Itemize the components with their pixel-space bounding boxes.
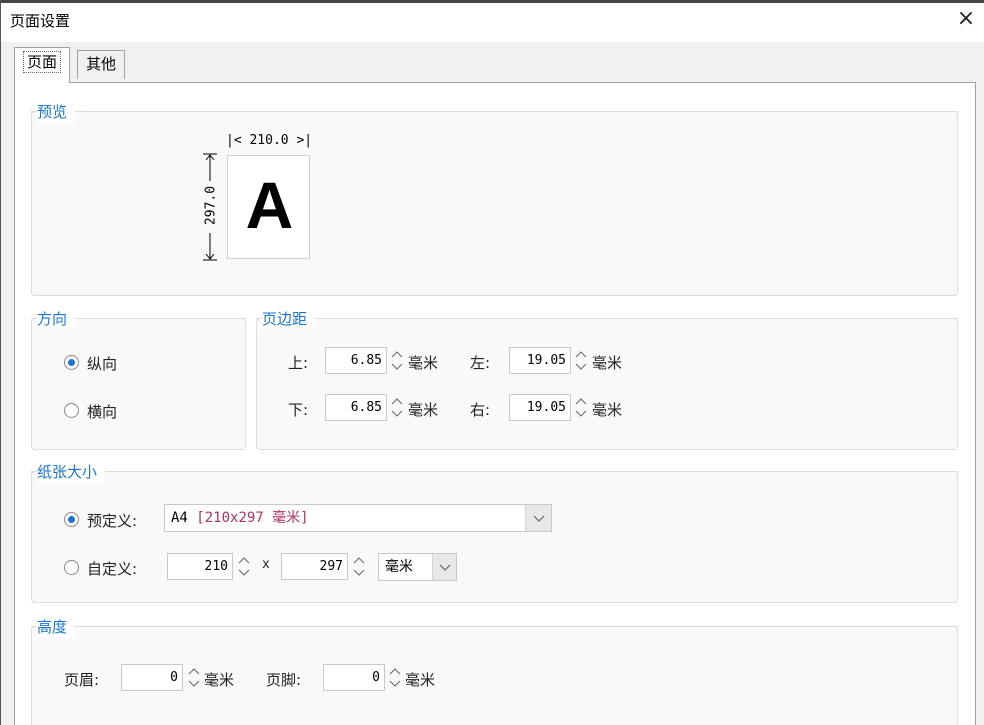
preview-sheet: A <box>227 155 310 259</box>
paper-size-text: [210x297 毫米] <box>196 510 309 526</box>
custom-radio[interactable] <box>64 560 79 575</box>
preview-width-label: |< 210.0 >| <box>226 133 313 148</box>
preview-height-label: 297.0 <box>203 185 219 226</box>
header-spinner[interactable] <box>186 664 202 691</box>
margin-left-unit: 毫米 <box>592 354 623 372</box>
margin-bottom-spinner[interactable] <box>389 394 405 421</box>
margin-top-unit: 毫米 <box>408 354 439 372</box>
margin-bottom-label: 下: <box>288 401 309 419</box>
footer-input[interactable]: 0 <box>323 664 385 691</box>
custom-height-input[interactable]: 297 <box>281 553 348 580</box>
preview-legend: 预览 <box>37 101 76 122</box>
tab-page[interactable]: 页面 <box>14 47 71 83</box>
custom-height-spinner[interactable] <box>351 553 367 580</box>
paper-code: A4 <box>171 510 188 526</box>
custom-times-sign: x <box>262 557 270 572</box>
orientation-legend: 方向 <box>37 308 76 329</box>
preview-legend-line <box>31 111 958 112</box>
close-icon[interactable]: × <box>953 6 979 32</box>
margin-right-input[interactable]: 19.05 <box>509 394 571 421</box>
margin-top-spinner[interactable] <box>389 347 405 374</box>
margin-right-unit: 毫米 <box>592 401 623 419</box>
header-label: 页眉: <box>64 671 100 689</box>
custom-width-spinner[interactable] <box>236 553 252 580</box>
custom-width-input[interactable]: 210 <box>167 553 233 580</box>
dialog-title: 页面设置 <box>10 12 71 30</box>
margins-group <box>256 318 958 450</box>
preview-letter: A <box>245 168 294 242</box>
height-legend-line <box>31 626 958 627</box>
paper-size-legend-line <box>31 471 958 472</box>
landscape-radio[interactable] <box>64 403 79 418</box>
margin-right-spinner[interactable] <box>573 394 589 421</box>
margin-top-input[interactable]: 6.85 <box>325 347 387 374</box>
tab-other[interactable]: 其他 <box>77 50 126 79</box>
tab-page-label: 页面 <box>23 51 62 73</box>
margin-left-spinner[interactable] <box>573 347 589 374</box>
predefined-paper-select[interactable]: A4 [210x297 毫米] <box>164 504 552 532</box>
footer-unit: 毫米 <box>405 671 436 689</box>
margin-left-label: 左: <box>470 354 491 372</box>
landscape-label: 横向 <box>87 403 118 421</box>
paper-size-group <box>31 471 958 603</box>
margins-legend: 页边距 <box>262 308 316 329</box>
margin-right-label: 右: <box>470 401 491 419</box>
predefined-radio[interactable] <box>64 512 79 527</box>
paper-size-legend: 纸张大小 <box>37 461 106 482</box>
header-unit: 毫米 <box>204 671 235 689</box>
chevron-down-icon[interactable] <box>525 505 551 531</box>
margin-bottom-unit: 毫米 <box>408 401 439 419</box>
custom-label: 自定义: <box>87 560 138 578</box>
preview-group <box>31 111 958 296</box>
predefined-label: 预定义: <box>87 512 138 530</box>
height-legend: 高度 <box>37 616 76 637</box>
custom-unit-select[interactable]: 毫米 <box>378 553 457 581</box>
chevron-down-icon[interactable] <box>432 554 456 580</box>
footer-spinner[interactable] <box>387 664 403 691</box>
footer-label: 页脚: <box>266 671 302 689</box>
orientation-group <box>31 318 246 450</box>
header-input[interactable]: 0 <box>121 664 183 691</box>
title-bar-edge <box>1 0 984 3</box>
margin-left-input[interactable]: 19.05 <box>509 347 571 374</box>
portrait-label: 纵向 <box>87 355 118 373</box>
margin-top-label: 上: <box>288 354 309 372</box>
portrait-radio[interactable] <box>64 355 79 370</box>
custom-unit-value: 毫米 <box>385 559 413 575</box>
margins-legend-line <box>256 318 958 319</box>
margin-bottom-input[interactable]: 6.85 <box>325 394 387 421</box>
